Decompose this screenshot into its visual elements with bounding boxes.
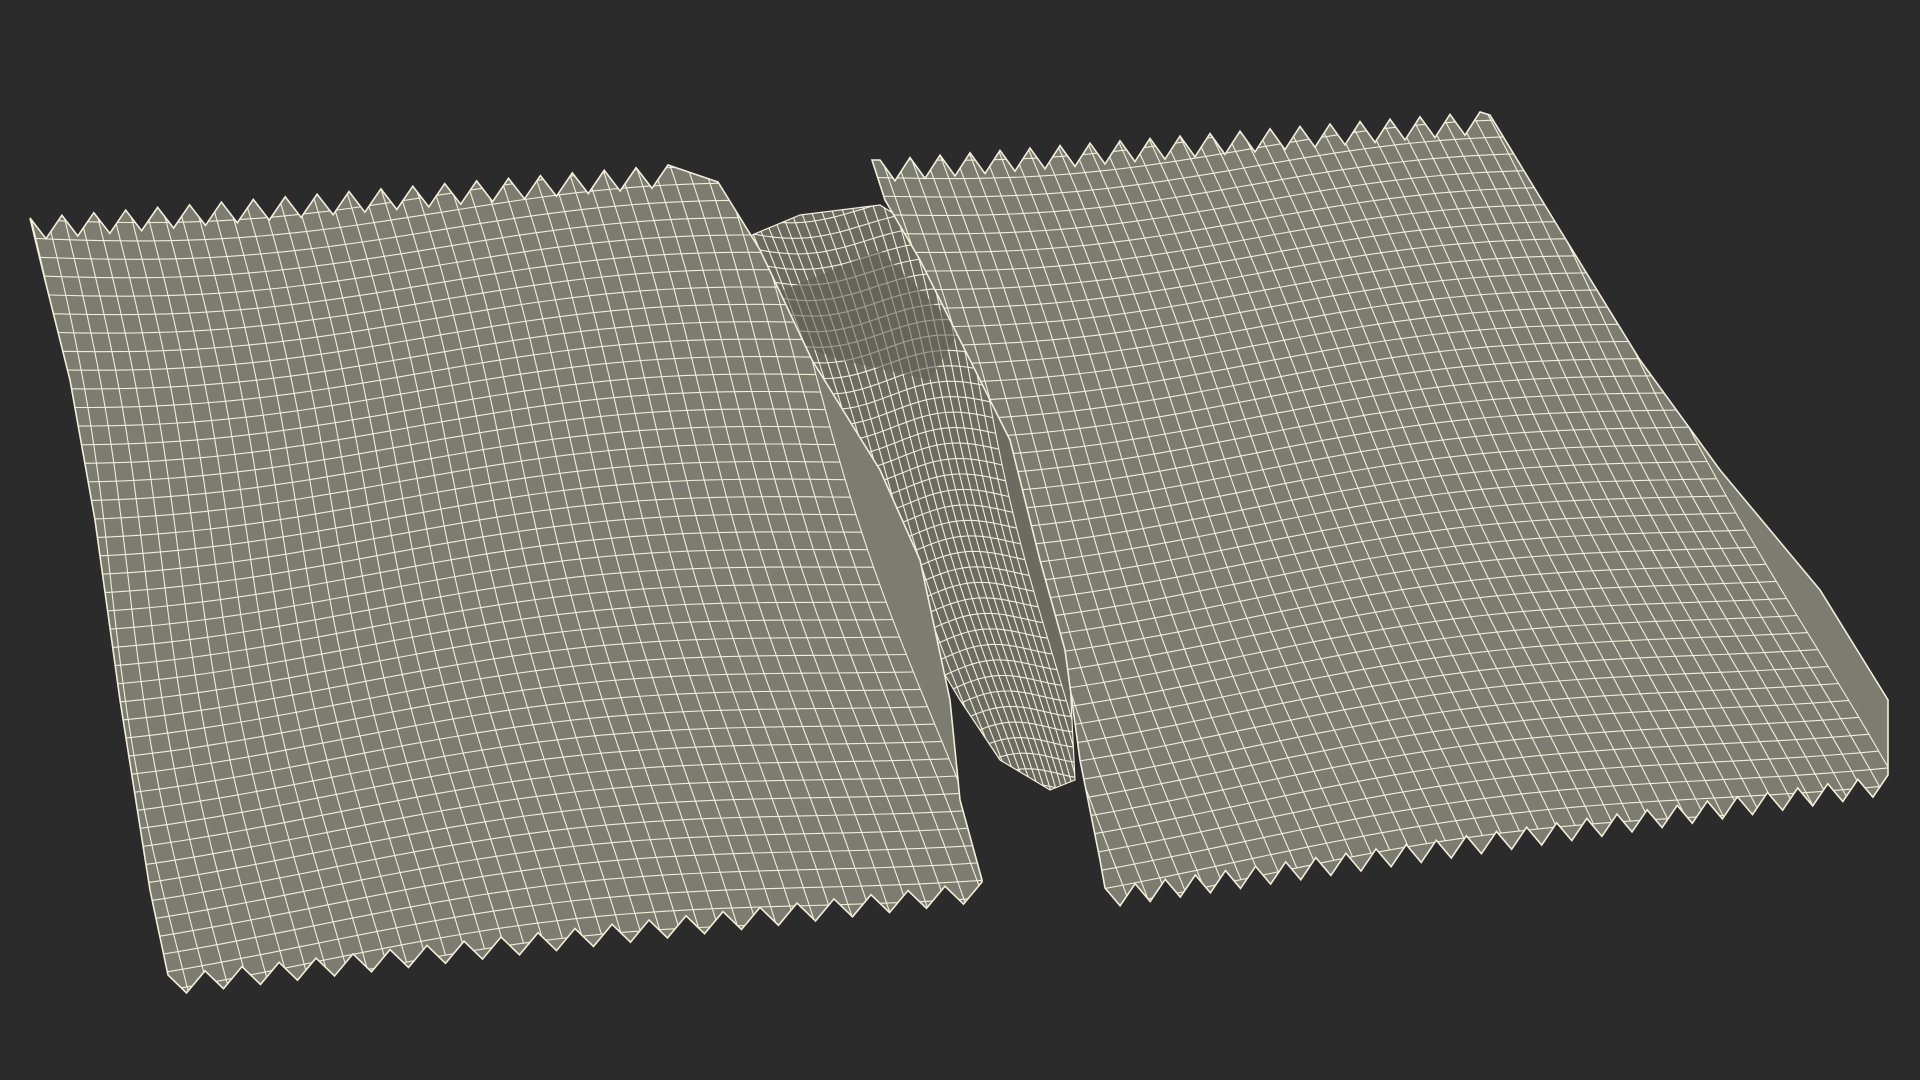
wire-line [954,783,1075,790]
wire-line [962,800,1096,828]
render-viewport [0,0,1920,1080]
wireframe-render [29,111,1889,995]
